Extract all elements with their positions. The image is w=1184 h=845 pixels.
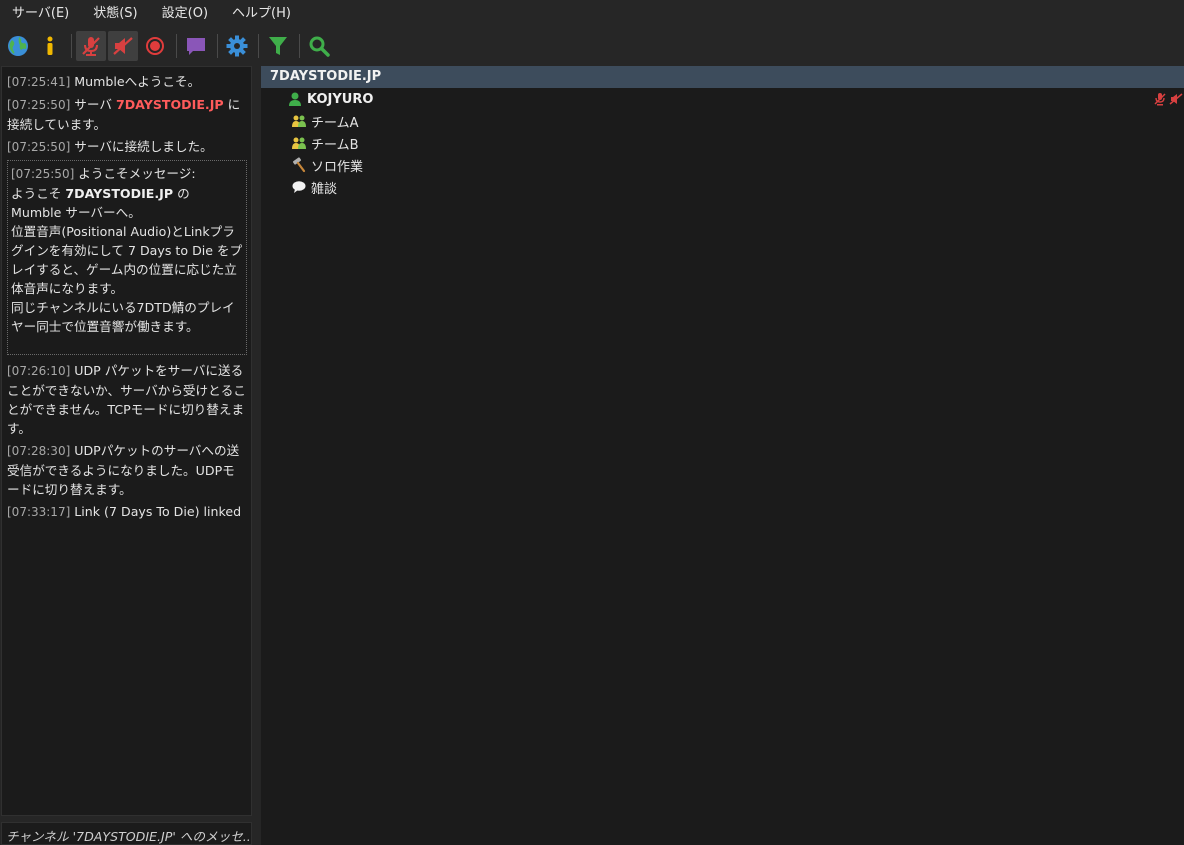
log-entry: [07:25:41] Mumbleへようこそ。 (7, 72, 247, 92)
log-timestamp: [07:25:41] (7, 75, 71, 89)
menu-settings[interactable]: 設定(O) (152, 0, 218, 28)
speaker-deafened-icon (113, 37, 133, 55)
server-name-link[interactable]: 7DAYSTODIE.JP (116, 97, 224, 112)
mute-self-button[interactable] (76, 31, 106, 61)
log-timestamp: [07:25:50] (7, 98, 71, 112)
log-entry: [07:28:30] UDPパケットのサーバへの送受信ができるようになりました。… (7, 441, 247, 499)
welcome-text: 同じチャンネルにいる7DTD鯖のプレイヤー同士で位置音響が働きます。 (11, 300, 235, 334)
mic-muted-icon (82, 37, 100, 56)
filter-icon (269, 37, 287, 55)
pane-splitter[interactable] (253, 66, 261, 845)
log-text: サーバに接続しました。 (70, 139, 213, 154)
mic-muted-icon (1154, 93, 1166, 106)
log-entry: [07:33:17] Link (7 Days To Die) linked (7, 502, 247, 522)
user-name: KOJYURO (307, 91, 374, 107)
gear-icon (226, 35, 248, 57)
channel-tree[interactable]: 7DAYSTODIE.JP KOJYURO チームA チームB ソロ作業 雑談 (261, 66, 1184, 845)
chat-message-input[interactable]: チャンネル '7DAYSTODIE.JP' へのメッセ... (1, 822, 252, 845)
log-timestamp: [07:28:30] (7, 444, 71, 458)
info-button[interactable] (35, 31, 65, 61)
team-icon (291, 113, 307, 129)
search-icon (309, 36, 330, 57)
globe-icon (8, 36, 28, 56)
log-text: サーバ (70, 97, 116, 112)
toolbar-separator (176, 34, 177, 58)
channel-name: チームA (311, 115, 359, 131)
welcome-heading: ようこそメッセージ: (74, 166, 196, 181)
log-entry: [07:25:50] サーバに接続しました。 (7, 137, 247, 157)
toolbar-separator (71, 34, 72, 58)
menu-bar: サーバ(E) 状態(S) 設定(O) ヘルプ(H) (0, 0, 1184, 28)
user-status-flags (1152, 91, 1184, 107)
speech-bubble-icon (291, 179, 307, 195)
speaker-deafened-icon (1169, 93, 1183, 105)
channel-name: 雑談 (311, 181, 338, 197)
menu-server[interactable]: サーバ(E) (2, 0, 79, 28)
record-icon (146, 37, 164, 55)
chat-icon (187, 38, 205, 55)
tree-root-server[interactable]: 7DAYSTODIE.JP (261, 66, 1184, 88)
log-entry: [07:26:10] UDP パケットをサーバに送ることができないか、サーバから… (7, 361, 247, 438)
deafen-self-button[interactable] (108, 31, 138, 61)
tree-channel[interactable]: ソロ作業 (261, 154, 1184, 176)
welcome-text: ようこそ (11, 186, 66, 201)
menu-help[interactable]: ヘルプ(H) (222, 0, 301, 28)
user-icon (287, 91, 303, 107)
log-timestamp: [07:25:50] (7, 140, 71, 154)
toolbar (0, 28, 1184, 64)
log-entry: [07:25:50] サーバ 7DAYSTODIE.JP に接続しています。 (7, 95, 247, 134)
channel-name: ソロ作業 (311, 159, 364, 175)
team-icon (291, 135, 307, 151)
tree-channel[interactable]: チームB (261, 132, 1184, 154)
tree-channel[interactable]: 雑談 (261, 176, 1184, 198)
menu-status[interactable]: 状態(S) (83, 0, 147, 28)
toolbar-separator (299, 34, 300, 58)
toolbar-separator (217, 34, 218, 58)
tree-channel[interactable]: チームA (261, 110, 1184, 132)
text-message-button[interactable] (181, 31, 211, 61)
channel-name: チームB (311, 137, 359, 153)
configure-button[interactable] (222, 31, 252, 61)
filter-button[interactable] (263, 31, 293, 61)
search-button[interactable] (304, 31, 334, 61)
connect-button[interactable] (3, 31, 33, 61)
log-pane[interactable]: [07:25:41] Mumbleへようこそ。 [07:25:50] サーバ 7… (1, 66, 252, 816)
log-timestamp: [07:33:17] (7, 505, 71, 519)
hammer-icon (291, 157, 307, 173)
welcome-message: [07:25:50] ようこそメッセージ: ようこそ 7DAYSTODIE.JP… (7, 160, 247, 355)
log-timestamp: [07:25:50] (11, 167, 75, 181)
welcome-text: 位置音声(Positional Audio)とLinkプラグインを有効にして 7… (11, 224, 243, 296)
tree-user[interactable]: KOJYURO (261, 88, 1184, 110)
log-timestamp: [07:26:10] (7, 364, 71, 378)
toolbar-separator (258, 34, 259, 58)
info-icon (47, 36, 53, 55)
log-text: Link (7 Days To Die) linked (70, 504, 242, 519)
record-button[interactable] (140, 31, 170, 61)
log-text: Mumbleへようこそ。 (70, 74, 201, 89)
welcome-server-name: 7DAYSTODIE.JP (65, 186, 174, 201)
